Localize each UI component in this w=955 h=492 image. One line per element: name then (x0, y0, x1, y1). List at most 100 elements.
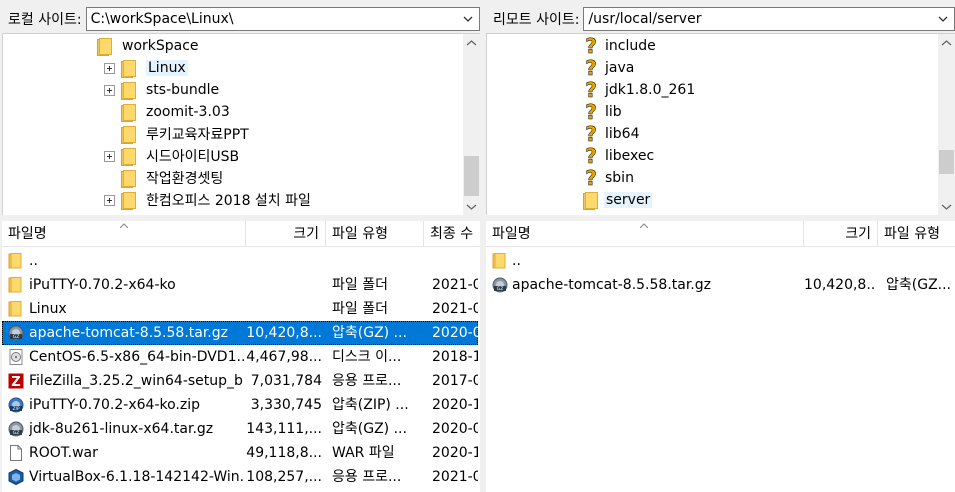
file-size: 143,111,... (246, 421, 322, 437)
tree-node-label: lib (605, 104, 622, 120)
remote-tree-node[interactable]: server (583, 189, 653, 211)
expand-plus-icon[interactable] (104, 150, 115, 162)
local-tree-node[interactable]: 루키교육자료PPT (104, 123, 249, 145)
tree-node-label: java (605, 60, 635, 76)
expand-plus-icon[interactable] (104, 84, 115, 96)
remote-tree-node[interactable]: ? include (583, 35, 656, 57)
local-site-combo[interactable] (85, 7, 480, 31)
remote-tree-node[interactable]: ? libexec (583, 145, 654, 167)
unknown-folder-icon: ? (585, 100, 597, 124)
local-file-list: 파일명 크기 파일 유형 최종 수 .. iPuTTY-0.70.2-x64-ko… (2, 221, 480, 492)
file-size: 4,467,98... (246, 349, 322, 365)
file-row[interactable]: CentOS-6.5-x86_64-bin-DVD1... 4,467,98...… (2, 345, 478, 369)
remote-tree-scrollbar[interactable] (938, 34, 955, 215)
folder-icon (121, 60, 136, 78)
remote-tree-node[interactable]: ? sbin (583, 167, 634, 189)
column-header-type[interactable]: 파일 유형 (878, 221, 955, 247)
tree-node-label: libexec (605, 148, 655, 164)
tree-node-label: 루키교육자료PPT (146, 127, 249, 143)
column-header-size[interactable]: 크기 (246, 221, 326, 247)
local-tree-node[interactable]: sts-bundle (104, 79, 219, 101)
unknown-folder-icon: ? (585, 56, 597, 80)
file-row[interactable]: ROOT.war 49,118,8... WAR 파일 2020-1 (2, 441, 478, 465)
local-tree-node[interactable]: Linux (104, 57, 188, 79)
file-row[interactable]: Z FileZilla_3.25.2_win64-setup_b... 7,031,… (2, 369, 478, 393)
scroll-down-icon[interactable] (466, 201, 477, 212)
tree-node-label: sbin (605, 170, 634, 186)
local-tree-scroll-thumb[interactable] (464, 156, 479, 196)
file-modified: 2017-0 (432, 373, 478, 389)
folder-icon (121, 148, 136, 166)
remote-tree-node[interactable]: ? lib (583, 101, 622, 123)
file-size (246, 297, 322, 321)
column-header-type[interactable]: 파일 유형 (326, 221, 424, 247)
zip-archive-icon: ZIP (8, 397, 24, 413)
local-tree-node[interactable]: 한컴오피스 2018 설치 파일 (104, 189, 311, 211)
expand-plus-icon[interactable] (104, 62, 115, 74)
remote-site-combo[interactable] (583, 7, 955, 31)
file-modified: 2020-1 (432, 397, 478, 413)
tree-node-label: lib64 (605, 126, 640, 142)
local-directory-tree: workSpace Linux sts-bundle zoomit-3.03 루키교육자… (2, 33, 480, 215)
scroll-down-icon[interactable] (941, 201, 952, 212)
remote-site-bar: 리모트 사이트: (485, 4, 955, 34)
column-header-modified[interactable]: 최종 수 (424, 221, 480, 247)
chevron-down-icon[interactable] (461, 11, 475, 27)
svg-text:GZ: GZ (13, 334, 20, 340)
file-name: Linux (29, 301, 67, 317)
file-name: iPuTTY-0.70.2-x64-ko (29, 277, 176, 293)
expand-plus-icon[interactable] (104, 194, 115, 206)
remote-file-list: 파일명 크기 파일 유형 .. GZ apache-tomcat-8.5.58.ta… (486, 221, 955, 492)
chevron-down-icon[interactable] (936, 11, 950, 27)
tree-node-label: jdk1.8.0_261 (605, 82, 696, 98)
file-type: 압축(GZ) ... (332, 421, 407, 437)
sort-ascending-icon (640, 223, 648, 228)
file-name: FileZilla_3.25.2_win64-setup_b... (29, 373, 244, 389)
file-row[interactable]: GZ jdk-8u261-linux-x64.tar.gz 143,111,... 압… (2, 417, 478, 441)
unknown-folder-icon: ? (585, 144, 597, 168)
remote-tree-scroll-thumb[interactable] (939, 150, 954, 174)
file-type (886, 249, 955, 273)
file-modified: 2018-1 (432, 349, 478, 365)
column-header-name[interactable]: 파일명 (486, 221, 804, 247)
scroll-up-icon[interactable] (941, 38, 952, 49)
remote-site-path-input[interactable] (584, 11, 932, 27)
file-size: 49,118,8... (246, 445, 322, 461)
local-tree-node[interactable]: zoomit-3.03 (104, 101, 230, 123)
file-size: 10,420,8... (804, 277, 876, 293)
file-name: iPuTTY-0.70.2-x64-ko.zip (29, 397, 200, 413)
remote-tree-node[interactable]: ? lib64 (583, 123, 640, 145)
file-row[interactable]: .. (486, 249, 955, 273)
svg-text:ZIP: ZIP (12, 406, 19, 412)
file-row[interactable]: GZ apache-tomcat-8.5.58.tar.gz 10,420,8...… (486, 273, 955, 297)
local-tree-node[interactable]: 작업환경셋팅 (104, 167, 223, 189)
remote-tree-node[interactable]: ? jdk1.8.0_261 (583, 79, 695, 101)
unknown-folder-icon: ? (585, 78, 597, 102)
file-row[interactable]: GZ apache-tomcat-8.5.58.tar.gz 10,420,8...… (2, 321, 478, 345)
gz-archive-icon: GZ (8, 325, 24, 341)
local-site-path-input[interactable] (86, 11, 457, 27)
file-row[interactable]: ZIP iPuTTY-0.70.2-x64-ko.zip 3,330,745 압축(Z… (2, 393, 478, 417)
file-modified: 2020-0 (432, 325, 478, 341)
scroll-up-icon[interactable] (466, 38, 477, 49)
file-row[interactable]: .. (2, 249, 478, 273)
file-modified: 2020-0 (432, 421, 478, 437)
file-name: apache-tomcat-8.5.58.tar.gz (29, 325, 228, 341)
remote-tree-node[interactable]: ? java (583, 57, 634, 79)
file-type: 디스크 이... (332, 349, 402, 365)
tree-node-label: 한컴오피스 2018 설치 파일 (146, 193, 311, 209)
file-name: .. (512, 253, 521, 269)
column-header-size[interactable]: 크기 (804, 221, 878, 247)
file-row[interactable]: VirtualBox-6.1.18-142142-Win... 108,257,.… (2, 465, 478, 489)
file-name: .. (29, 253, 38, 269)
file-row[interactable]: iPuTTY-0.70.2-x64-ko 파일 폴더 2021-0 (2, 273, 478, 297)
sort-ascending-icon (120, 223, 128, 228)
file-type: 파일 폴더 (332, 301, 388, 317)
column-header-name[interactable]: 파일명 (2, 221, 246, 247)
file-row[interactable]: Linux 파일 폴더 2021-0 (2, 297, 478, 321)
local-tree-scrollbar[interactable] (463, 34, 480, 215)
tree-node-label: Linux (146, 60, 188, 76)
local-tree-node[interactable]: workSpace (80, 35, 199, 57)
file-type (332, 249, 424, 273)
local-tree-node[interactable]: 시드아이티USB (104, 145, 239, 167)
